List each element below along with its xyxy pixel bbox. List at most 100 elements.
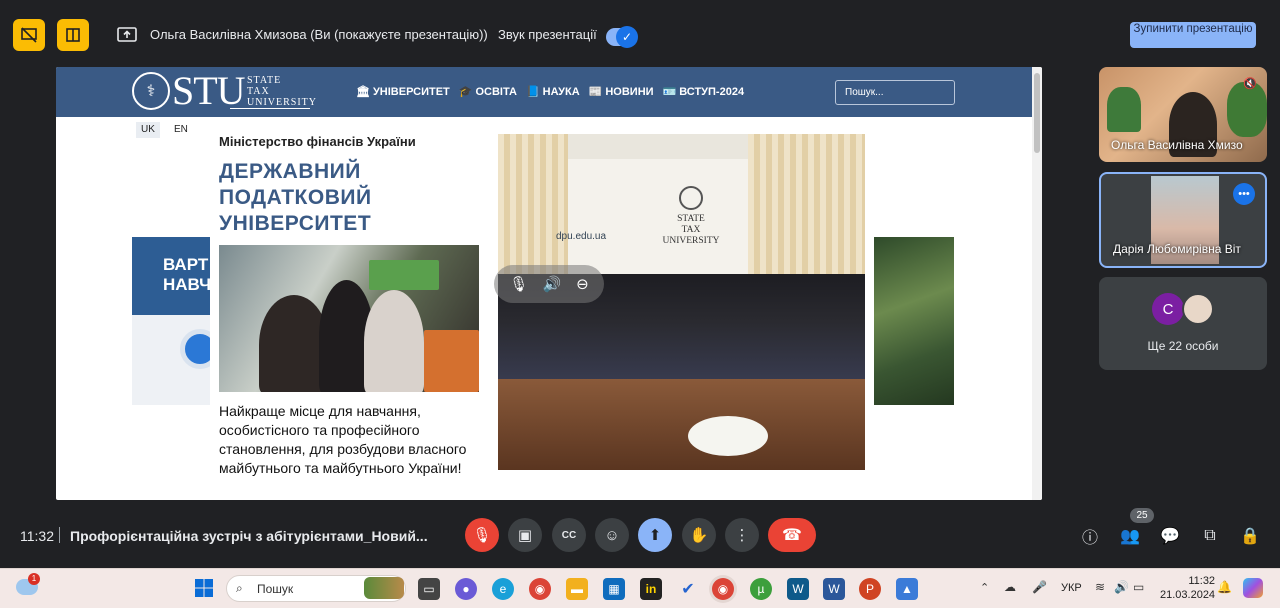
cloud-icon[interactable]: ☁ (1004, 580, 1016, 594)
nav-item-education[interactable]: 🎓 ОСВІТА (459, 85, 517, 98)
chat-app-icon[interactable]: ● (455, 578, 477, 600)
mic-toggle-button[interactable]: 🎙 (465, 518, 499, 552)
stop-screen-icon-button[interactable] (13, 19, 45, 51)
university-title: ДЕРЖАВНИЙ ПОДАТКОВИЙ УНІВЕРСИТЕТ (219, 160, 372, 235)
photo-url-text: dpu.edu.ua (556, 231, 607, 242)
utorrent-icon[interactable]: µ (750, 578, 772, 600)
start-button[interactable] (194, 578, 214, 603)
slogan-text: Найкраще місце для навчання, особистісно… (219, 403, 467, 476)
presenter-label: Ольга Василівна Хмизова (Ви (покажуєте п… (150, 27, 488, 42)
activities-button[interactable]: ⧉ (1199, 525, 1221, 547)
more-options-button[interactable]: ⋮ (725, 518, 759, 552)
search-highlight-icon (364, 577, 404, 599)
stop-presenting-button[interactable]: Зупинити презентацію (1130, 22, 1256, 48)
banner-decoration (180, 329, 214, 369)
volume-icon[interactable]: 🔊 (1114, 580, 1129, 594)
hand-icon: ✋ (689, 527, 709, 544)
id-card-icon: 🪪 (662, 86, 677, 98)
presentation-audio-toggle[interactable]: ✓ (606, 26, 638, 48)
nav-item-news[interactable]: 📰 НОВИНИ (589, 85, 654, 98)
chrome-active-icon[interactable]: ◉ (712, 578, 734, 600)
taskbar-clock[interactable]: 11:32 21.03.2024 (1160, 574, 1215, 602)
present-screen-icon: ⬆ (648, 527, 662, 544)
powerpoint-icon[interactable]: P (859, 578, 881, 600)
nav-item-admission[interactable]: 🪪 ВСТУП-2024 (663, 85, 745, 98)
presentation-audio-label: Звук презентації (498, 27, 597, 42)
weather-badge: 1 (28, 573, 40, 585)
media-app-icon[interactable]: W (787, 578, 809, 600)
reactions-button[interactable]: ☺ (595, 518, 629, 552)
captions-icon: CC (561, 529, 577, 541)
presentation-topbar: Ольга Василівна Хмизова (Ви (покажуєте п… (0, 0, 1280, 72)
photo-logo: STATE TAX UNIVERSITY (656, 186, 726, 247)
students-selfie-photo (219, 245, 479, 392)
captions-button[interactable]: CC (552, 518, 586, 552)
chrome-icon[interactable]: ◉ (529, 578, 551, 600)
people-icon: 👥 (1120, 528, 1140, 545)
raise-hand-button[interactable]: ✋ (682, 518, 716, 552)
site-search-input[interactable]: Пошук... (835, 80, 955, 105)
participant-name: Дарія Любомирівна Віт (1113, 242, 1241, 256)
chevron-up-icon[interactable]: ⌃ (980, 581, 989, 594)
chat-button[interactable]: 💬 (1159, 525, 1181, 547)
site-logo-subtitle: STATE TAX UNIVERSITY (247, 75, 317, 108)
lock-person-icon: 🔒 (1240, 528, 1260, 545)
todo-check-icon[interactable]: ✔ (677, 578, 699, 600)
site-header: ⚕ STU STATE TAX UNIVERSITY 🏛 УНІВЕРСИТЕТ … (56, 67, 1032, 117)
task-view-icon[interactable]: ▭ (418, 578, 440, 600)
divider (59, 527, 60, 543)
info-icon: ⓘ (1081, 530, 1098, 547)
university-icon: 🏛 (356, 86, 370, 98)
video-camera-icon: ▣ (517, 527, 533, 544)
book-icon: 📘 (525, 86, 540, 98)
chat-icon: 💬 (1160, 528, 1180, 545)
more-vertical-icon: ⋮ (734, 527, 750, 544)
edge-icon[interactable]: e (492, 578, 514, 600)
avatar (1182, 293, 1214, 325)
ministry-label: Міністерство фінансів України (219, 134, 416, 149)
nav-item-university[interactable]: 🏛 УНІВЕРСИТЕТ (356, 85, 450, 98)
wifi-icon[interactable]: ≋ (1095, 580, 1105, 594)
host-controls-button[interactable]: 🔒 (1239, 525, 1261, 547)
emoji-icon: ☺ (604, 526, 620, 544)
file-explorer-icon[interactable]: ▬ (566, 578, 588, 600)
microphone-icon[interactable]: 🎤 (1032, 580, 1047, 594)
mic-off-icon[interactable]: 🎙 (509, 275, 528, 293)
present-button[interactable]: ⬆ (638, 518, 672, 552)
minus-circle-icon[interactable]: ⊖ (576, 275, 589, 293)
leave-call-button[interactable]: ☎ (768, 518, 816, 552)
pin-screen-button[interactable] (57, 19, 89, 51)
participant-tile-active[interactable]: ••• Дарія Любомирівна Віт (1099, 172, 1267, 268)
lang-en[interactable]: EN (169, 122, 193, 138)
presentation-mini-controls: 🎙 🔊 ⊖ (494, 265, 604, 303)
indesign-app-icon[interactable]: in (640, 578, 662, 600)
phone-hangup-icon: ☎ (782, 527, 802, 544)
word-icon[interactable]: W (823, 578, 845, 600)
photos-app-icon[interactable]: ▲ (896, 578, 918, 600)
mic-off-icon: 🎙 (472, 527, 492, 544)
check-icon: ✓ (616, 26, 638, 48)
shapes-icon: ⧉ (1204, 527, 1216, 544)
lang-uk[interactable]: UK (136, 122, 160, 138)
shared-screen-scrollbar[interactable] (1032, 67, 1042, 500)
university-seal-icon: ⚕ (132, 72, 170, 110)
camera-toggle-button[interactable]: ▣ (508, 518, 542, 552)
people-count-badge: 25 (1130, 508, 1154, 523)
nav-item-science[interactable]: 📘 НАУКА (526, 85, 580, 98)
battery-icon[interactable]: ▭ (1133, 580, 1144, 594)
search-icon: ⌕ (236, 581, 243, 595)
meeting-details-button[interactable]: ⓘ (1079, 525, 1101, 547)
people-button[interactable]: 👥 (1119, 525, 1141, 547)
participant-tile[interactable]: 🔇 Ольга Василівна Хмизо (1099, 67, 1267, 162)
banner-right-photo (874, 237, 954, 405)
input-language[interactable]: УКР (1061, 582, 1082, 594)
store-icon[interactable]: ▦ (603, 578, 625, 600)
notification-bell-icon[interactable]: 🔔 (1217, 580, 1232, 594)
more-options-icon[interactable]: ••• (1233, 183, 1255, 205)
newspaper-icon: 📰 (588, 86, 603, 98)
logo-underline (230, 108, 310, 109)
site-logo[interactable]: STU (172, 71, 246, 111)
volume-icon[interactable]: 🔊 (543, 275, 562, 293)
copilot-icon[interactable] (1243, 578, 1263, 598)
more-participants-tile[interactable]: С Ще 22 особи (1099, 277, 1267, 370)
